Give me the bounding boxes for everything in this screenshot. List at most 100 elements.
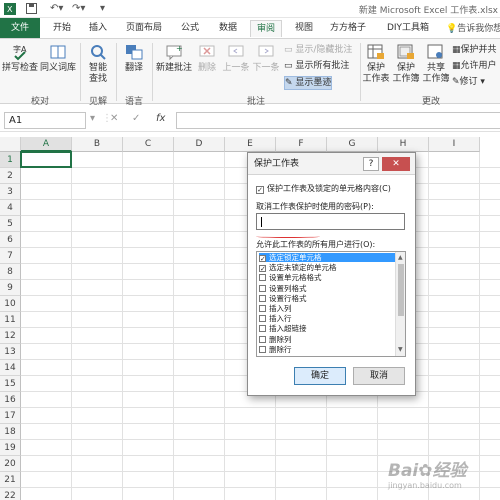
row-header[interactable]: 19: [0, 440, 21, 456]
undo-icon[interactable]: ↶▾: [50, 3, 63, 14]
new-comment-button[interactable]: + 新建批注: [154, 43, 194, 74]
permission-item[interactable]: 删除行: [259, 345, 395, 354]
next-comment-button[interactable]: 下一条: [252, 43, 280, 74]
column-header[interactable]: E: [225, 137, 276, 152]
row-header[interactable]: 11: [0, 312, 21, 328]
checkbox-checked-icon[interactable]: ✓: [259, 255, 266, 263]
active-cell[interactable]: [20, 151, 72, 168]
row-header[interactable]: 1: [0, 152, 21, 168]
show-all-comments-button[interactable]: ▭ 显示所有批注: [284, 60, 349, 72]
tab-file[interactable]: 文件: [0, 18, 40, 38]
permission-item[interactable]: 设置列格式: [259, 284, 395, 293]
column-header[interactable]: D: [174, 137, 225, 152]
help-button[interactable]: ?: [363, 157, 379, 171]
protect-and-share-button[interactable]: ▦保护并共: [452, 44, 497, 56]
spell-check-button[interactable]: 字A 拼写检查: [2, 43, 38, 74]
smart-lookup-button[interactable]: 智能 查找: [84, 43, 112, 85]
permission-item[interactable]: 插入行: [259, 314, 395, 323]
enter-entry-icon[interactable]: ✓: [132, 113, 140, 124]
redo-icon[interactable]: ↷▾: [72, 3, 85, 14]
show-ink-button[interactable]: ✎ 显示墨迹: [284, 76, 333, 90]
column-header[interactable]: A: [21, 137, 72, 152]
row-header[interactable]: 9: [0, 280, 21, 296]
checkbox-empty-icon[interactable]: [259, 325, 266, 333]
column-header[interactable]: B: [72, 137, 123, 152]
column-header[interactable]: C: [123, 137, 174, 152]
tell-me-box[interactable]: 💡告诉我你想: [446, 21, 500, 34]
show-hide-comment-button[interactable]: ▭ 显示/隐藏批注: [284, 44, 352, 56]
qat-customize-icon[interactable]: ▾: [100, 3, 105, 14]
row-header[interactable]: 8: [0, 264, 21, 280]
permission-item[interactable]: 插入列: [259, 304, 395, 313]
row-header[interactable]: 21: [0, 472, 21, 488]
delete-comment-button[interactable]: 删除: [196, 43, 218, 74]
row-header[interactable]: 6: [0, 232, 21, 248]
tab-insert[interactable]: 插入: [82, 20, 114, 37]
checkbox-empty-icon[interactable]: [259, 284, 266, 292]
cancel-button[interactable]: 取消: [353, 367, 405, 385]
ok-button[interactable]: 确定: [294, 367, 346, 385]
row-header[interactable]: 22: [0, 488, 21, 500]
tab-data[interactable]: 数据: [212, 20, 244, 37]
scroll-down-icon[interactable]: ▼: [398, 346, 403, 353]
select-all-corner[interactable]: [0, 137, 21, 152]
permission-item[interactable]: 插入超链接: [259, 324, 395, 333]
checkbox-empty-icon[interactable]: [259, 294, 266, 302]
row-header[interactable]: 3: [0, 184, 21, 200]
checkbox-empty-icon[interactable]: [259, 335, 266, 343]
permission-item[interactable]: ✓ 选定未锁定的单元格: [259, 263, 395, 273]
close-button[interactable]: ✕: [382, 157, 410, 171]
protect-sheet-button[interactable]: 保护 工作表: [362, 43, 390, 85]
share-workbook-button[interactable]: 共享 工作簿: [422, 43, 450, 85]
cancel-entry-icon[interactable]: ✕: [110, 113, 118, 124]
tab-review[interactable]: 审阅: [250, 20, 282, 37]
permissions-scrollbar[interactable]: ▲ ▼: [395, 252, 405, 356]
permission-item[interactable]: ✓ 选定锁定单元格: [259, 253, 395, 263]
checkbox-empty-icon[interactable]: [259, 305, 266, 312]
checkbox-empty-icon[interactable]: [259, 274, 266, 282]
tab-formulas[interactable]: 公式: [174, 20, 206, 37]
row-header[interactable]: 4: [0, 200, 21, 216]
checkbox-checked-icon[interactable]: ✓: [259, 265, 266, 273]
scroll-thumb[interactable]: [398, 264, 404, 316]
row-header[interactable]: 7: [0, 248, 21, 264]
checkbox-empty-icon[interactable]: [259, 345, 266, 353]
allow-edit-ranges-button[interactable]: ▦允许用户: [452, 60, 497, 72]
permission-item[interactable]: 删除列: [259, 335, 395, 344]
column-header[interactable]: H: [378, 137, 429, 152]
permission-item[interactable]: 设置单元格格式: [259, 273, 395, 282]
row-header[interactable]: 18: [0, 424, 21, 440]
checkbox-empty-icon[interactable]: [259, 315, 266, 323]
row-header[interactable]: 16: [0, 392, 21, 408]
row-header[interactable]: 5: [0, 216, 21, 232]
protect-workbook-button[interactable]: 保护 工作簿: [392, 43, 420, 85]
row-header[interactable]: 10: [0, 296, 21, 312]
translate-button[interactable]: 翻译: [120, 43, 148, 74]
row-header[interactable]: 13: [0, 344, 21, 360]
name-box-dropdown-icon[interactable]: ▾: [90, 113, 95, 124]
row-header[interactable]: 20: [0, 456, 21, 472]
insert-function-icon[interactable]: fx: [156, 113, 165, 124]
column-header[interactable]: G: [327, 137, 378, 152]
tab-page-layout[interactable]: 页面布局: [120, 20, 168, 37]
thesaurus-button[interactable]: 同义词库: [40, 43, 76, 74]
name-box[interactable]: A1: [4, 112, 86, 129]
tab-diy-toolbox[interactable]: DIY工具箱: [380, 20, 436, 37]
previous-comment-button[interactable]: 上一条: [222, 43, 250, 74]
tab-view[interactable]: 视图: [288, 20, 320, 37]
password-input[interactable]: [256, 213, 405, 230]
column-header[interactable]: I: [429, 137, 480, 152]
row-header[interactable]: 12: [0, 328, 21, 344]
tab-fangfangezi[interactable]: 方方格子: [324, 20, 372, 37]
row-header[interactable]: 14: [0, 360, 21, 376]
scroll-up-icon[interactable]: ▲: [398, 254, 403, 261]
row-header[interactable]: 15: [0, 376, 21, 392]
row-header[interactable]: 2: [0, 168, 21, 184]
permission-item[interactable]: 设置行格式: [259, 294, 395, 303]
track-changes-button[interactable]: ✎修订 ▾: [452, 76, 485, 88]
save-icon[interactable]: [26, 3, 37, 17]
tab-home[interactable]: 开始: [46, 20, 78, 37]
formula-input[interactable]: [176, 112, 500, 129]
permissions-list[interactable]: ✓ 选定锁定单元格 ✓ 选定未锁定的单元格 设置单元格格式 设置列格式 设置行格式 插入列 插入…: [256, 251, 406, 357]
protect-contents-checkbox[interactable]: ✓ 保护工作表及锁定的单元格内容(C): [256, 183, 391, 194]
